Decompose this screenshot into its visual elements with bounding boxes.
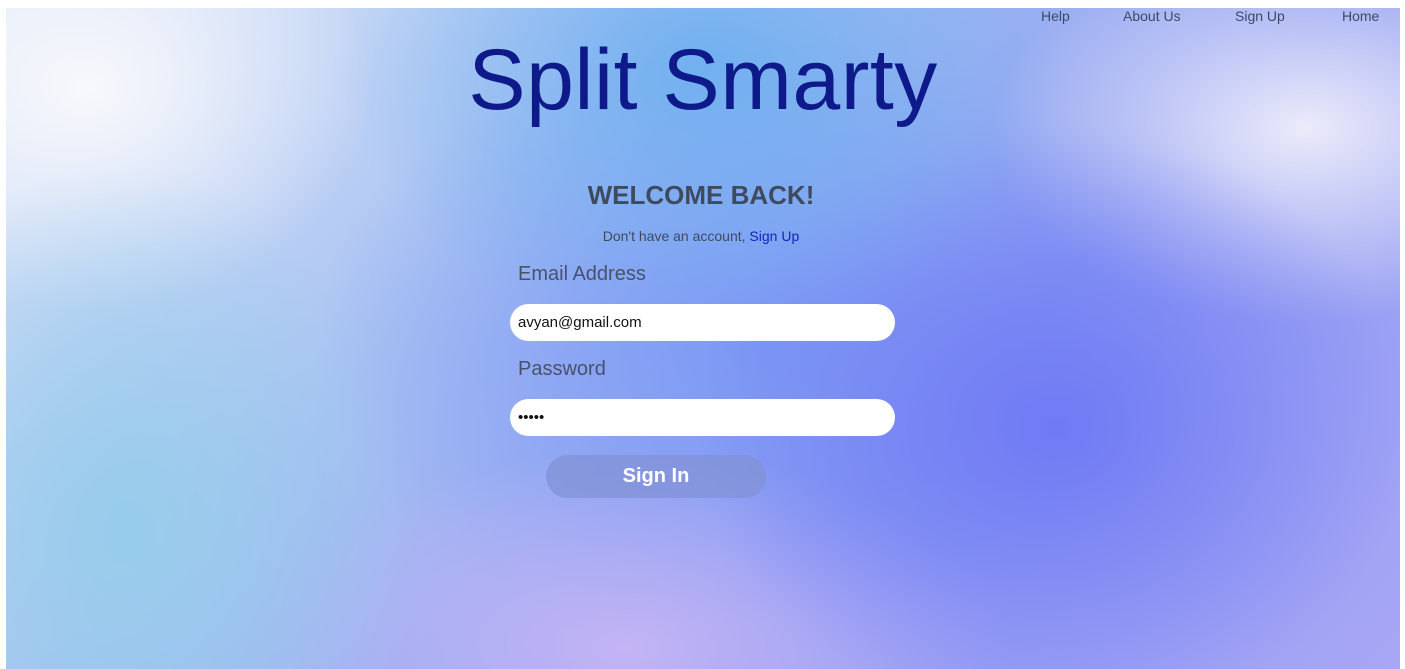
welcome-heading: WELCOME BACK!	[587, 180, 815, 210]
signup-prompt-text: Don't have an account,	[602, 228, 746, 244]
signup-prompt: Don't have an account, Sign Up	[401, 228, 1001, 244]
email-input[interactable]	[510, 304, 895, 341]
signup-link[interactable]: Sign Up	[749, 228, 799, 244]
page-background: Help About Us Sign Up Home Split Smarty …	[6, 8, 1400, 669]
top-nav: Help About Us Sign Up Home	[6, 8, 1400, 28]
email-label: Email Address	[518, 263, 646, 285]
nav-about-us-link[interactable]: About Us	[1123, 8, 1181, 24]
brand-title: Split Smarty	[468, 32, 938, 128]
password-input[interactable]	[510, 399, 895, 436]
nav-sign-up-link[interactable]: Sign Up	[1235, 8, 1285, 24]
sign-in-button[interactable]: Sign In	[546, 455, 766, 498]
nav-home-link[interactable]: Home	[1342, 8, 1379, 24]
nav-help-link[interactable]: Help	[1041, 8, 1070, 24]
password-label: Password	[518, 358, 606, 380]
